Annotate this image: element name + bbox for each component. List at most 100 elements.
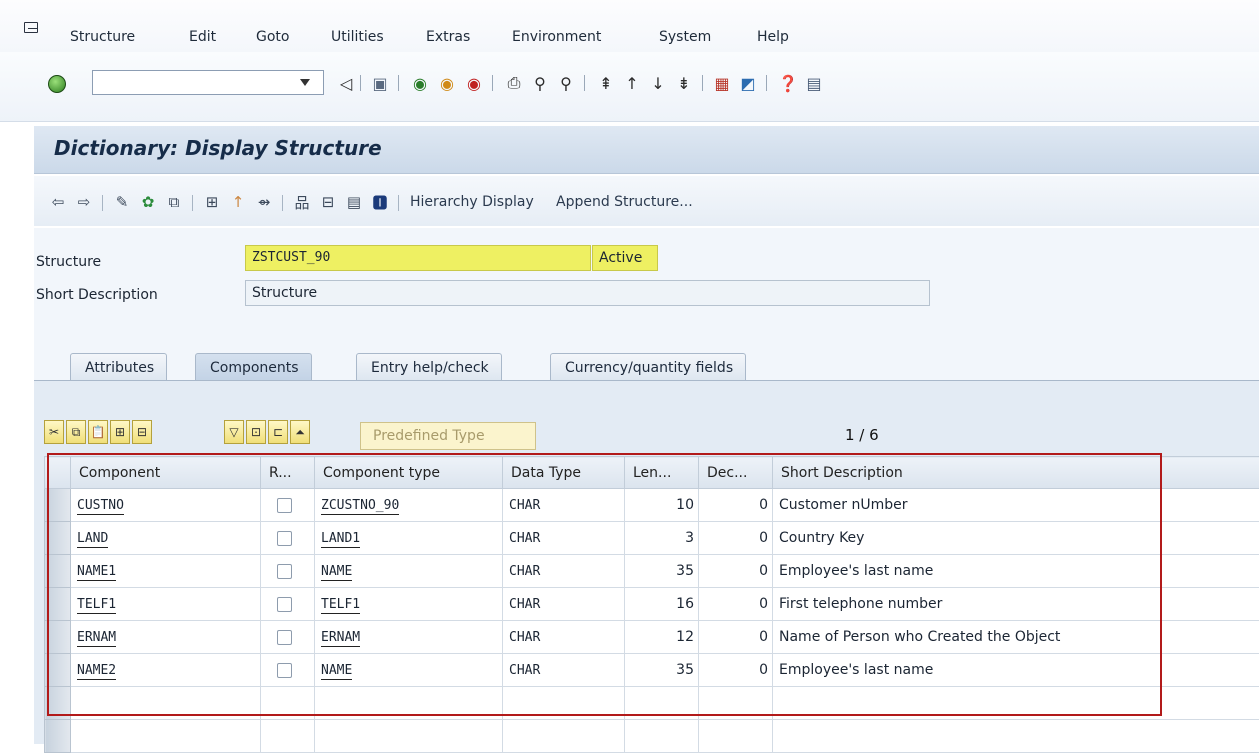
cell-decimals[interactable]: 0	[699, 489, 773, 522]
menu-extras[interactable]: Extras	[426, 29, 470, 45]
menu-structure[interactable]: Structure	[70, 29, 135, 45]
cell-short-description[interactable]: Employee's last name	[773, 555, 1259, 588]
tab-components[interactable]: Components	[195, 353, 312, 381]
cell-component[interactable]: NAME2	[71, 654, 261, 687]
tab-attributes[interactable]: Attributes	[70, 353, 167, 381]
empty-cell[interactable]	[71, 687, 261, 720]
checkbox[interactable]	[277, 663, 292, 678]
column-header-readonly[interactable]: R...	[261, 457, 315, 489]
component-name[interactable]: NAME2	[77, 663, 116, 680]
cancel-icon[interactable]: ◉	[464, 73, 484, 93]
cell-short-description[interactable]: Country Key	[773, 522, 1259, 555]
cell-data-type[interactable]: CHAR	[503, 654, 625, 687]
cell-component-type[interactable]: NAME	[315, 555, 503, 588]
filter-icon[interactable]: ▽	[224, 420, 244, 444]
checkbox[interactable]	[277, 564, 292, 579]
insert-row-icon[interactable]: ⊞	[110, 420, 130, 444]
save-icon[interactable]: ▣	[370, 73, 390, 93]
cell-data-type[interactable]: CHAR	[503, 621, 625, 654]
cell-readonly[interactable]	[261, 555, 315, 588]
move-up-icon[interactable]: ⏶	[290, 420, 310, 444]
empty-cell[interactable]	[503, 687, 625, 720]
cell-short-description[interactable]: Customer nUmber	[773, 489, 1259, 522]
component-name[interactable]: CUSTNO	[77, 498, 124, 515]
cell-data-type[interactable]: CHAR	[503, 555, 625, 588]
object-list-icon[interactable]: ↑	[228, 193, 248, 211]
list-icon[interactable]: ▤	[344, 193, 364, 211]
cell-short-description[interactable]: First telephone number	[773, 588, 1259, 621]
display-change-icon[interactable]: ✎	[112, 193, 132, 211]
column-header-length[interactable]: Len...	[625, 457, 699, 489]
cell-data-type[interactable]: CHAR	[503, 489, 625, 522]
copy-icon[interactable]: ⧉	[66, 420, 86, 444]
cell-decimals[interactable]: 0	[699, 522, 773, 555]
cell-component[interactable]: TELF1	[71, 588, 261, 621]
table-row[interactable]: TELF1 TELF1 CHAR 16 0 First telephone nu…	[45, 588, 1259, 621]
graphic-icon[interactable]: ⊟	[318, 193, 338, 211]
menu-edit[interactable]: Edit	[189, 29, 216, 45]
row-selector[interactable]	[45, 555, 71, 588]
cell-decimals[interactable]: 0	[699, 588, 773, 621]
cell-decimals[interactable]: 0	[699, 621, 773, 654]
component-type[interactable]: NAME	[321, 663, 352, 680]
hierarchy-icon[interactable]: 品	[292, 193, 312, 211]
cell-component-type[interactable]: NAME	[315, 654, 503, 687]
row-selector[interactable]	[45, 654, 71, 687]
empty-cell[interactable]	[699, 687, 773, 720]
tab-currency-quantity-fields[interactable]: Currency/quantity fields	[550, 353, 746, 381]
cell-length[interactable]: 35	[625, 555, 699, 588]
table-row[interactable]: LAND LAND1 CHAR 3 0 Country Key	[45, 522, 1259, 555]
delete-row-icon[interactable]: ⊟	[132, 420, 152, 444]
previous-page-icon[interactable]: ↑	[622, 73, 642, 93]
last-page-icon[interactable]: ⇟	[674, 73, 694, 93]
command-field[interactable]	[92, 70, 324, 95]
row-selector[interactable]	[45, 489, 71, 522]
cut-icon[interactable]: ✂	[44, 420, 64, 444]
table-row[interactable]: NAME1 NAME CHAR 35 0 Employee's last nam…	[45, 555, 1259, 588]
row-selector[interactable]	[45, 588, 71, 621]
cell-length[interactable]: 35	[625, 654, 699, 687]
hierarchy-display-button[interactable]: Hierarchy Display	[410, 194, 534, 210]
collapse-icon[interactable]: ⊏	[268, 420, 288, 444]
where-used-icon[interactable]: ⊞	[202, 193, 222, 211]
structure-field[interactable]: ZSTCUST_90	[245, 245, 591, 271]
info-icon[interactable]: 🅸	[370, 193, 390, 211]
table-row-empty[interactable]	[45, 687, 1259, 720]
row-selector[interactable]	[45, 720, 71, 753]
menu-goto[interactable]: Goto	[256, 29, 289, 45]
table-row[interactable]: NAME2 NAME CHAR 35 0 Employee's last nam…	[45, 654, 1259, 687]
component-name[interactable]: ERNAM	[77, 630, 116, 647]
cell-readonly[interactable]	[261, 489, 315, 522]
paste-icon[interactable]: 📋	[88, 420, 108, 444]
first-page-icon[interactable]: ⇞	[596, 73, 616, 93]
cell-short-description[interactable]: Name of Person who Created the Object	[773, 621, 1259, 654]
cell-component[interactable]: NAME1	[71, 555, 261, 588]
empty-cell[interactable]	[261, 720, 315, 753]
back-icon[interactable]: ◁	[336, 73, 356, 93]
component-type[interactable]: LAND1	[321, 531, 360, 548]
cell-data-type[interactable]: CHAR	[503, 522, 625, 555]
shortcut-icon[interactable]: ◩	[738, 73, 758, 93]
empty-cell[interactable]	[71, 720, 261, 753]
cell-component[interactable]: CUSTNO	[71, 489, 261, 522]
cell-short-description[interactable]: Employee's last name	[773, 654, 1259, 687]
row-selector[interactable]	[45, 687, 71, 720]
checkbox[interactable]	[277, 498, 292, 513]
table-row[interactable]: CUSTNO ZCUSTNO_90 CHAR 10 0 Customer nUm…	[45, 489, 1259, 522]
cell-component-type[interactable]: ERNAM	[315, 621, 503, 654]
empty-cell[interactable]	[699, 720, 773, 753]
column-header-component-type[interactable]: Component type	[315, 457, 503, 489]
menu-utilities[interactable]: Utilities	[331, 29, 384, 45]
back-green-icon[interactable]: ◉	[410, 73, 430, 93]
table-row[interactable]: ERNAM ERNAM CHAR 12 0 Name of Person who…	[45, 621, 1259, 654]
component-type[interactable]: ZCUSTNO_90	[321, 498, 399, 515]
checkbox[interactable]	[277, 531, 292, 546]
help-icon[interactable]: ❓	[778, 73, 798, 93]
menu-help[interactable]: Help	[757, 29, 789, 45]
cell-component[interactable]: ERNAM	[71, 621, 261, 654]
cell-decimals[interactable]: 0	[699, 654, 773, 687]
cell-decimals[interactable]: 0	[699, 555, 773, 588]
empty-cell[interactable]	[625, 687, 699, 720]
cell-readonly[interactable]	[261, 522, 315, 555]
expand-icon[interactable]: ⊡	[246, 420, 266, 444]
